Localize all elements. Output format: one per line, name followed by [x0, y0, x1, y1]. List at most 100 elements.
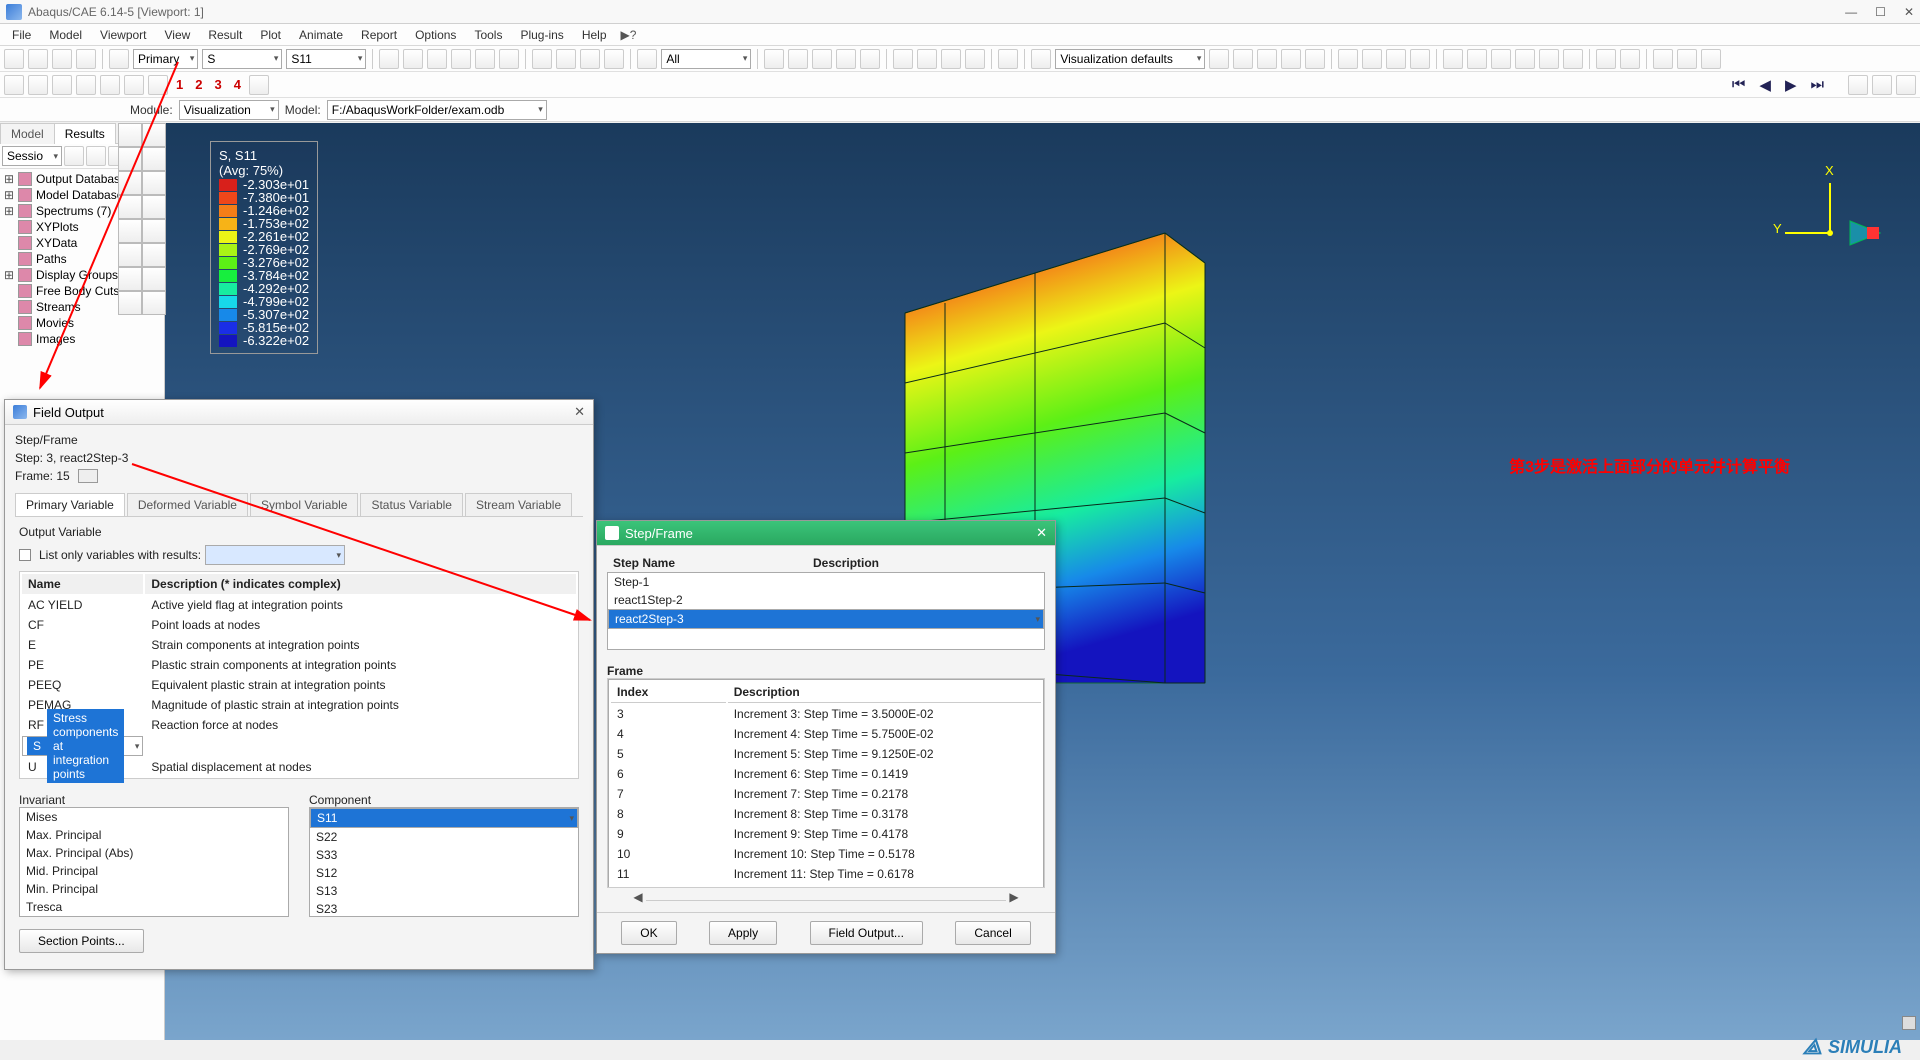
tree-tool1-icon[interactable]	[64, 146, 84, 166]
list-only-filter-select[interactable]	[205, 545, 345, 565]
palette-btn[interactable]	[118, 195, 142, 219]
component-list[interactable]: S11S22S33S12S13S23	[309, 807, 579, 917]
resize-handle-icon[interactable]	[1902, 1016, 1916, 1030]
save-icon[interactable]	[52, 49, 72, 69]
camera2-icon[interactable]	[1896, 75, 1916, 95]
tree-session-select[interactable]: Sessio	[2, 146, 62, 166]
frame-row[interactable]: 11Increment 11: Step Time = 0.6178	[611, 865, 1041, 883]
model-select[interactable]: F:/AbaqusWorkFolder/exam.odb	[327, 100, 547, 120]
render2-icon[interactable]	[1467, 49, 1487, 69]
variable-row[interactable]: CFPoint loads at nodes	[22, 616, 576, 634]
frame-row[interactable]: 12Increment 12: Step Time = 0.7178	[611, 885, 1041, 888]
variable-row[interactable]: SStress components at integration points	[22, 736, 143, 756]
palette-btn[interactable]	[118, 123, 142, 147]
step-frame-selector-icon[interactable]	[78, 469, 98, 483]
axis-view6-icon[interactable]	[124, 75, 144, 95]
triad-icon[interactable]	[249, 75, 269, 95]
view-preset-1[interactable]: 1	[172, 77, 187, 92]
menu-plot[interactable]: Plot	[252, 26, 289, 44]
menu-report[interactable]: Report	[353, 26, 405, 44]
render3-icon[interactable]	[1491, 49, 1511, 69]
frame-row[interactable]: 10Increment 10: Step Time = 0.5178	[611, 845, 1041, 863]
menu-options[interactable]: Options	[407, 26, 464, 44]
maximize-icon[interactable]: ☐	[1875, 5, 1886, 19]
variable-row[interactable]: PEPlastic strain components at integrati…	[22, 656, 576, 674]
rotate-icon[interactable]	[403, 49, 423, 69]
invariant-item[interactable]: Mises	[20, 808, 288, 826]
dialog-close-icon[interactable]: ✕	[1036, 525, 1047, 541]
component-item[interactable]: S13	[310, 882, 578, 900]
highlight-icon[interactable]	[812, 49, 832, 69]
axis-view5-icon[interactable]	[100, 75, 120, 95]
frame-table[interactable]: Index Description 3Increment 3: Step Tim…	[608, 679, 1044, 888]
viz-defaults-select[interactable]: Visualization defaults	[1055, 49, 1205, 69]
field-output-button[interactable]: Field Output...	[810, 921, 923, 945]
variable-row[interactable]: AC YIELDActive yield flag at integration…	[22, 596, 576, 614]
variable-row[interactable]: EStrain components at integration points	[22, 636, 576, 654]
display-group1-icon[interactable]	[764, 49, 784, 69]
view2-icon[interactable]	[556, 49, 576, 69]
tab-deformed-variable[interactable]: Deformed Variable	[127, 493, 248, 516]
circle2-icon[interactable]	[1233, 49, 1253, 69]
zoom-box-icon[interactable]	[451, 49, 471, 69]
print-icon[interactable]	[76, 49, 96, 69]
field-variable-select[interactable]: S	[202, 49, 282, 69]
fit-icon[interactable]	[475, 49, 495, 69]
variables-table[interactable]: Name Description (* indicates complex) A…	[19, 571, 579, 779]
annot-text-icon[interactable]	[1620, 49, 1640, 69]
palette-btn[interactable]	[142, 147, 166, 171]
step-frame-titlebar[interactable]: Step/Frame ✕	[597, 521, 1055, 546]
open-icon[interactable]	[28, 49, 48, 69]
field-output-icon[interactable]	[109, 49, 129, 69]
minimize-icon[interactable]: —	[1845, 5, 1857, 19]
step-list[interactable]: Step-1react1Step-2react2Step-3	[607, 572, 1045, 650]
play-next-icon[interactable]: ▶	[1785, 76, 1797, 94]
menu-view[interactable]: View	[157, 26, 199, 44]
palette-icon[interactable]	[1031, 49, 1051, 69]
view-preset-2[interactable]: 2	[191, 77, 206, 92]
menu-result[interactable]: Result	[200, 26, 250, 44]
render4-icon[interactable]	[1515, 49, 1535, 69]
tab-status-variable[interactable]: Status Variable	[360, 493, 463, 516]
circle5-icon[interactable]	[1305, 49, 1325, 69]
select-arrow-icon[interactable]	[637, 49, 657, 69]
tab-stream-variable[interactable]: Stream Variable	[465, 493, 572, 516]
invariant-item[interactable]: Tresca	[20, 898, 288, 916]
undo-icon[interactable]	[1362, 49, 1382, 69]
datum-icon[interactable]	[1410, 49, 1430, 69]
zoom-icon[interactable]	[427, 49, 447, 69]
render5-icon[interactable]	[1539, 49, 1559, 69]
render6-icon[interactable]	[1563, 49, 1583, 69]
circle1-icon[interactable]	[1209, 49, 1229, 69]
menu-help[interactable]: Help	[574, 26, 615, 44]
field-component-select[interactable]: S11	[286, 49, 366, 69]
variable-row[interactable]: PEEQEquivalent plastic strain at integra…	[22, 676, 576, 694]
measure-icon[interactable]	[1677, 49, 1697, 69]
component-item[interactable]: S23	[310, 900, 578, 917]
output-position-select[interactable]: Primary	[133, 49, 198, 69]
menu-viewport[interactable]: Viewport	[92, 26, 154, 44]
dialog-close-icon[interactable]: ✕	[574, 404, 585, 420]
pan-icon[interactable]	[379, 49, 399, 69]
transform-icon[interactable]	[1338, 49, 1358, 69]
annot-arrow-icon[interactable]	[1596, 49, 1616, 69]
axis-view2-icon[interactable]	[28, 75, 48, 95]
new-icon[interactable]	[4, 49, 24, 69]
palette-btn[interactable]	[142, 291, 166, 315]
display-group2-icon[interactable]	[788, 49, 808, 69]
component-item[interactable]: S11	[310, 808, 578, 828]
render1-icon[interactable]	[1443, 49, 1463, 69]
palette-btn[interactable]	[142, 123, 166, 147]
menu-model[interactable]: Model	[41, 26, 90, 44]
palette-btn[interactable]	[118, 219, 142, 243]
options-icon[interactable]	[1701, 49, 1721, 69]
menu-tools[interactable]: Tools	[466, 26, 510, 44]
palette-btn[interactable]	[118, 267, 142, 291]
close-icon[interactable]: ✕	[1904, 5, 1914, 19]
invariant-item[interactable]: Min. Principal	[20, 880, 288, 898]
list-only-checkbox[interactable]	[19, 549, 31, 561]
play-first-icon[interactable]: ⏮	[1732, 76, 1746, 93]
palette-btn[interactable]	[142, 243, 166, 267]
circle3-icon[interactable]	[1257, 49, 1277, 69]
component-item[interactable]: S12	[310, 864, 578, 882]
